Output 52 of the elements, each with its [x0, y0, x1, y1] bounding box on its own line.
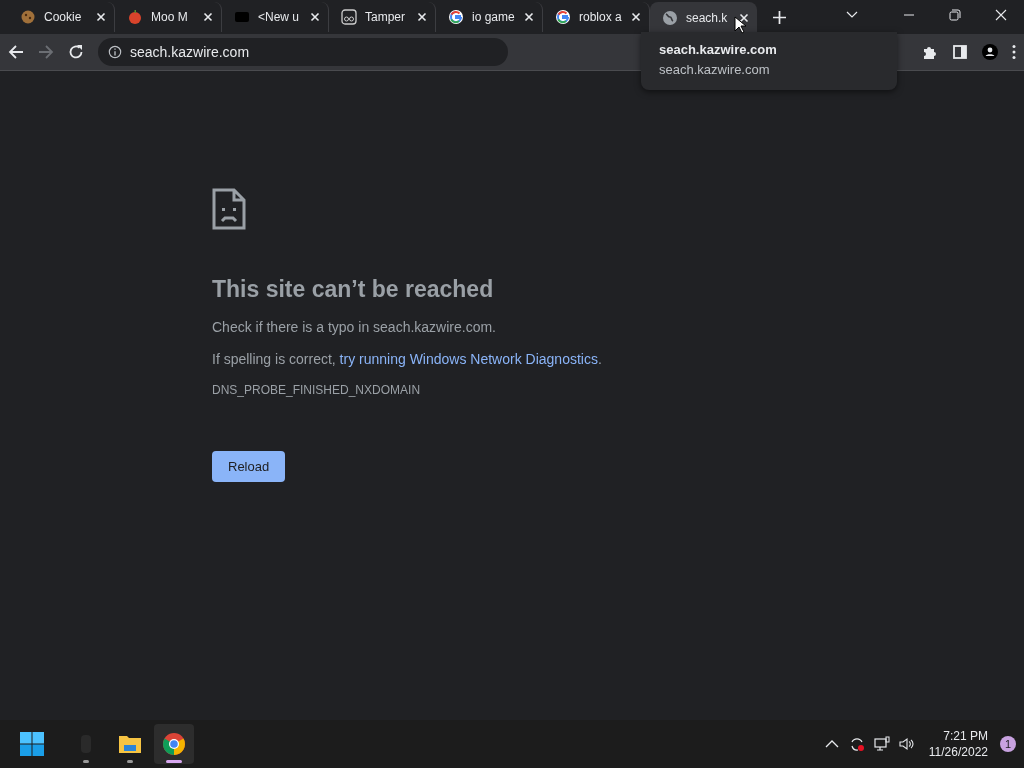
address-bar[interactable]: seach.kazwire.com: [98, 38, 508, 66]
apple-icon: [127, 9, 143, 25]
puzzle-icon[interactable]: [922, 44, 938, 60]
back-icon[interactable]: [8, 44, 24, 60]
close-icon[interactable]: [995, 9, 1007, 21]
start-icon[interactable]: [20, 732, 44, 756]
reload-icon[interactable]: [68, 44, 84, 60]
restore-icon[interactable]: [949, 9, 961, 21]
square-icon: [234, 9, 250, 25]
chrome-icon: [162, 732, 186, 756]
error-heading: This site can’t be reached: [212, 276, 495, 303]
profile-icon[interactable]: [982, 44, 998, 60]
clock[interactable]: 7:21 PM 11/26/2022: [928, 729, 988, 759]
browser-tab[interactable]: io game: [436, 2, 543, 32]
time-text: 7:21 PM: [943, 729, 988, 743]
browser-tab[interactable]: Tamper: [329, 2, 436, 32]
notification-badge[interactable]: 1: [1000, 736, 1016, 752]
sad-page-icon: [212, 188, 246, 230]
tooltip-title: seach.kazwire.com: [659, 42, 778, 57]
google-icon: [555, 9, 571, 25]
browser-tab[interactable]: seach.k: [650, 2, 757, 34]
date-text: 11/26/2022: [928, 745, 988, 759]
menu-icon[interactable]: [1012, 44, 1016, 60]
tooltip-url: seach.kazwire.com: [659, 62, 771, 77]
close-icon[interactable]: [739, 13, 749, 23]
close-icon[interactable]: [310, 12, 320, 22]
error-hint: If spelling is correct, try running Windows Network Diagnostics.: [212, 351, 603, 367]
sync-icon[interactable]: [848, 736, 865, 752]
reload-button[interactable]: Reload: [212, 451, 286, 482]
google-icon: [448, 9, 464, 25]
diagnostics-link[interactable]: try running Windows Network Diagnostics: [339, 351, 598, 367]
glasses-icon: [341, 9, 357, 25]
volume-icon[interactable]: [898, 736, 915, 752]
url-text: seach.kazwire.com: [130, 44, 250, 60]
close-icon[interactable]: [631, 12, 641, 22]
new-tab-icon[interactable]: [773, 11, 786, 24]
browser-tab[interactable]: Moo M: [115, 2, 222, 32]
error-message: Check if there is a typo in seach.kazwire.com.: [212, 319, 497, 335]
error-code: DNS_PROBE_FINISHED_NXDOMAIN: [212, 383, 422, 397]
close-icon[interactable]: [524, 12, 534, 22]
close-icon[interactable]: [96, 12, 106, 22]
globe-icon: [662, 10, 678, 26]
side-panel-icon[interactable]: [952, 44, 968, 60]
cookie-icon: [20, 9, 36, 25]
taskbar-app[interactable]: [154, 724, 194, 764]
close-icon[interactable]: [203, 12, 213, 22]
browser-tab[interactable]: <New u: [222, 2, 329, 32]
network-icon[interactable]: [873, 736, 890, 752]
info-icon[interactable]: [108, 45, 122, 59]
cursor-icon: [734, 16, 746, 34]
browser-tab[interactable]: Cookie: [8, 2, 115, 32]
close-icon[interactable]: [417, 12, 427, 22]
